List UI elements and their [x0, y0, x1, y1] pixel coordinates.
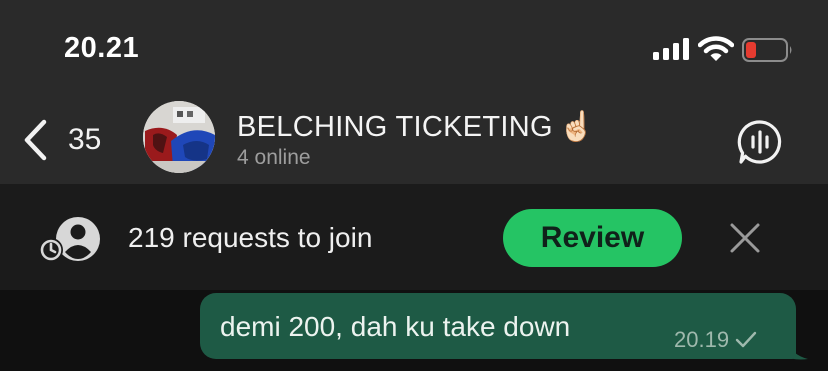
- online-status: 4 online: [237, 146, 311, 169]
- voice-chat-icon[interactable]: [737, 119, 783, 165]
- close-icon[interactable]: [728, 221, 762, 255]
- outgoing-message-bubble[interactable]: demi 200, dah ku take down 20.19: [200, 293, 796, 359]
- group-avatar-image: [143, 101, 215, 173]
- wifi-icon: [698, 36, 734, 61]
- status-bar: 20.21: [0, 0, 828, 98]
- pending-requests-icon: [39, 217, 100, 262]
- status-time: 20.21: [64, 32, 140, 64]
- pointing-up-emoji: ☝🏻: [558, 111, 596, 143]
- back-chevron-icon: [24, 119, 47, 161]
- chat-title[interactable]: BELCHING TICKETING ☝🏻: [237, 110, 595, 144]
- cellular-signal-icon: [653, 38, 689, 60]
- sent-check-icon: [735, 331, 757, 348]
- battery-low-icon: [742, 38, 792, 62]
- message-text: demi 200, dah ku take down: [220, 311, 571, 342]
- chat-header: 35 BELCHING TICKETING ☝🏻 4 online: [0, 98, 828, 184]
- message-time: 20.19: [674, 327, 730, 352]
- chat-title-text: BELCHING TICKETING: [237, 111, 553, 143]
- chat-area: demi 200, dah ku take down 20.19: [0, 290, 828, 371]
- review-button[interactable]: Review: [503, 209, 682, 267]
- join-requests-banner: 219 requests to join Review: [0, 184, 828, 290]
- join-requests-text: 219 requests to join: [128, 222, 373, 253]
- back-button[interactable]: 35: [22, 116, 122, 164]
- group-avatar[interactable]: [143, 101, 215, 173]
- message-meta: 20.19: [674, 327, 757, 353]
- unread-count: 35: [68, 123, 102, 156]
